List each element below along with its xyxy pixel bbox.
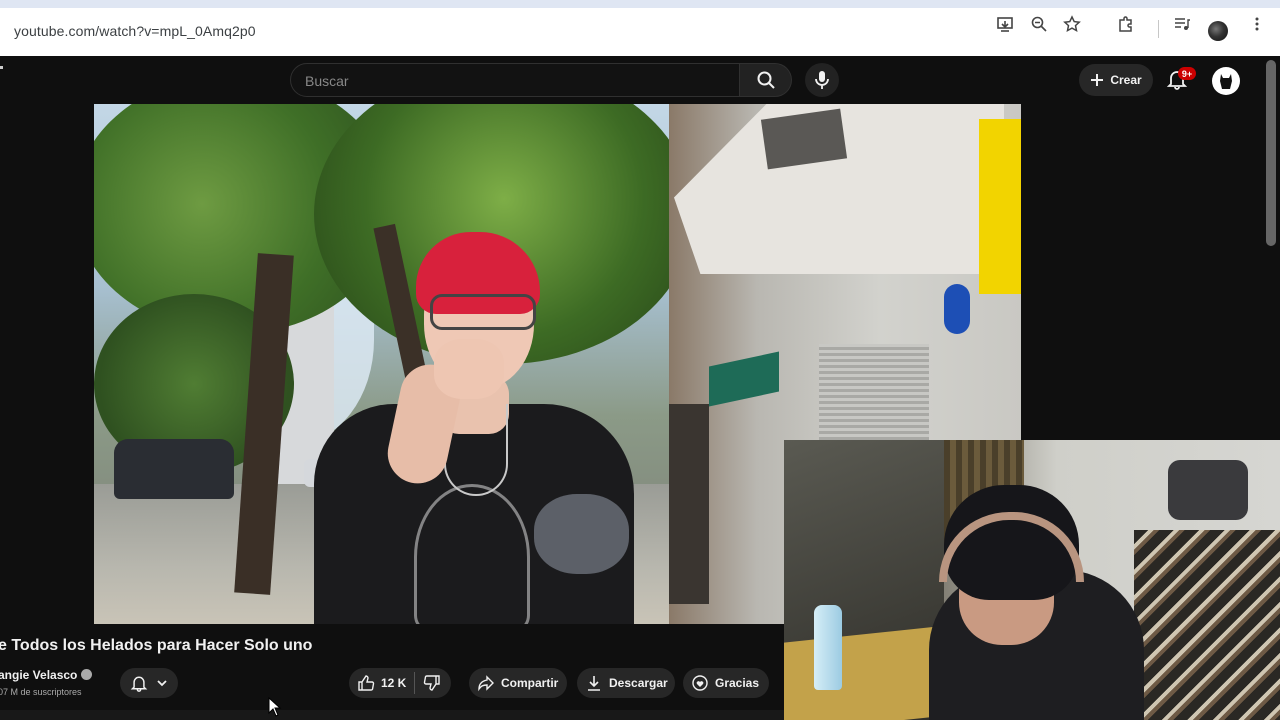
download-icon bbox=[588, 676, 600, 691]
download-label: Descargar bbox=[609, 676, 668, 690]
search-icon bbox=[757, 71, 775, 89]
video-glasses bbox=[430, 294, 536, 330]
cat-avatar-icon bbox=[1220, 74, 1232, 89]
bell-icon bbox=[130, 676, 148, 692]
like-divider bbox=[414, 672, 416, 694]
share-button[interactable]: Compartir bbox=[469, 668, 567, 698]
thanks-button[interactable]: Gracias bbox=[683, 668, 769, 698]
like-count: 12 K bbox=[381, 676, 407, 690]
install-app-icon[interactable] bbox=[993, 12, 1017, 36]
page-scrollbar[interactable] bbox=[1266, 60, 1276, 246]
video-yellow-sign bbox=[979, 119, 1021, 294]
video-shirt-print bbox=[414, 484, 530, 624]
toolbar-separator bbox=[1158, 20, 1159, 38]
download-button[interactable]: Descargar bbox=[577, 668, 675, 698]
like-dislike-group: 12 K bbox=[349, 668, 451, 698]
share-label: Compartir bbox=[501, 676, 559, 690]
url-text[interactable]: youtube.com/watch?v=mpL_0Amq2p0 bbox=[14, 23, 256, 39]
notification-bell-button[interactable] bbox=[120, 668, 178, 698]
channel-name-text[interactable]: angie Velasco bbox=[0, 668, 77, 682]
chevron-down-icon bbox=[157, 680, 167, 687]
thumbs-down-icon bbox=[424, 675, 441, 691]
account-avatar[interactable] bbox=[1212, 67, 1240, 95]
thanks-heart-icon bbox=[692, 675, 708, 691]
zoom-icon[interactable] bbox=[1027, 12, 1051, 36]
video-doorway bbox=[669, 404, 709, 604]
video-alarm-sign bbox=[944, 284, 970, 334]
subscriber-count: 07 M de suscriptores bbox=[0, 687, 82, 697]
media-queue-icon[interactable] bbox=[1170, 12, 1194, 36]
plus-icon bbox=[1091, 74, 1104, 86]
voice-search-button[interactable] bbox=[805, 63, 839, 97]
create-label: Crear bbox=[1110, 73, 1142, 87]
channel-name[interactable]: angie Velasco bbox=[0, 668, 93, 682]
menu-kebab-icon[interactable] bbox=[1245, 12, 1269, 36]
bookmark-star-icon[interactable] bbox=[1060, 12, 1084, 36]
webcam-pillow bbox=[1168, 460, 1248, 520]
thanks-label: Gracias bbox=[715, 676, 760, 690]
dislike-button[interactable] bbox=[423, 674, 441, 692]
search-placeholder: Buscar bbox=[305, 73, 349, 89]
webcam-blanket bbox=[1134, 530, 1280, 720]
mouse-cursor-icon bbox=[268, 697, 282, 717]
below-actions-strip bbox=[0, 710, 784, 720]
extensions-icon[interactable] bbox=[1114, 12, 1138, 36]
notification-badge: 9+ bbox=[1178, 67, 1196, 80]
browser-tabstrip bbox=[0, 0, 1280, 8]
search-input[interactable]: Buscar bbox=[290, 63, 740, 97]
verified-icon bbox=[81, 669, 93, 680]
thumbs-up-icon bbox=[358, 675, 375, 691]
profile-avatar[interactable] bbox=[1208, 21, 1228, 41]
like-button[interactable]: 12 K bbox=[357, 674, 406, 692]
microphone-icon bbox=[815, 71, 829, 89]
address-bar: youtube.com/watch?v=mpL_0Amq2p0 bbox=[0, 8, 1280, 56]
guide-menu-edge[interactable] bbox=[0, 66, 3, 69]
create-button[interactable]: Crear bbox=[1079, 64, 1153, 96]
search-button[interactable] bbox=[740, 63, 792, 97]
video-cap bbox=[534, 494, 629, 574]
video-person-hand bbox=[434, 339, 504, 399]
share-icon bbox=[478, 675, 494, 692]
video-title: e Todos los Helados para Hacer Solo uno bbox=[0, 637, 313, 654]
webcam-overlay bbox=[784, 440, 1280, 720]
video-car bbox=[114, 439, 234, 499]
webcam-water-bottle bbox=[814, 605, 842, 690]
